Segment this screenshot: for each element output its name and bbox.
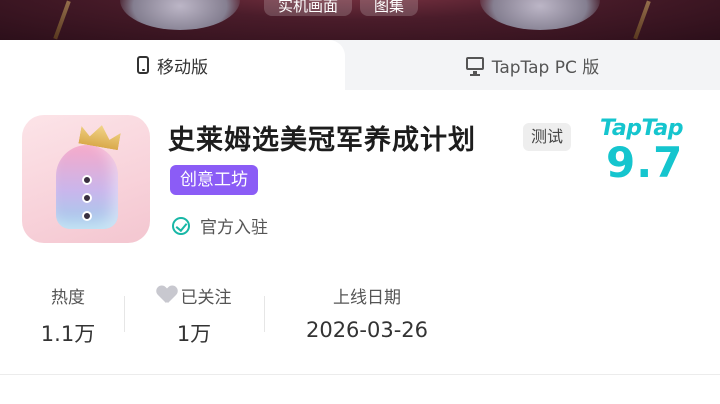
stat-divider <box>264 296 265 332</box>
stat-launch-label: 上线日期 <box>333 287 401 308</box>
category-tag[interactable]: 创意工坊 <box>170 165 258 195</box>
stat-heat-label: 热度 <box>51 287 85 308</box>
official-label: 官方入驻 <box>200 218 268 238</box>
banner-ornament-right <box>480 0 600 30</box>
stat-heat-value: 1.1万 <box>40 322 96 346</box>
stat-divider <box>124 296 125 332</box>
tab-gallery[interactable]: 图集 <box>360 0 419 16</box>
status-badge: 测试 <box>523 123 572 151</box>
banner-decoration <box>53 0 71 40</box>
banner-decoration <box>633 0 651 40</box>
tab-pc-label: TapTap PC 版 <box>491 57 600 78</box>
stat-follow[interactable]: 已关注 1万 <box>142 282 246 348</box>
stat-follow-value: 1万 <box>176 322 212 346</box>
tab-mobile-version[interactable]: 移动版 <box>0 40 345 90</box>
monitor-icon <box>465 56 484 76</box>
stat-launch-value: 2026-03-26 <box>305 318 429 342</box>
stat-follow-label: 已关注 <box>180 287 232 308</box>
media-banner: 实机画面 图集 <box>0 0 720 40</box>
tab-mobile-label: 移动版 <box>157 57 208 78</box>
platform-switch: 移动版 TapTap PC 版 <box>0 40 720 90</box>
stat-heat: 热度 1.1万 <box>26 282 110 348</box>
tab-gameplay-video[interactable]: 实机画面 <box>264 0 353 16</box>
heart-icon <box>157 286 177 304</box>
app-title: 史莱姆选美冠军养成计划 <box>168 125 476 156</box>
phone-icon <box>137 56 149 74</box>
stat-launch-date: 上线日期 2026-03-26 <box>282 282 452 343</box>
app-icon <box>22 115 150 243</box>
slime-illustration <box>56 145 118 229</box>
banner-ornament-left <box>120 0 240 30</box>
official-verified: 官方入驻 <box>172 213 268 238</box>
rating-score[interactable]: 9.7 <box>606 138 683 187</box>
media-tabs: 实机画面 图集 <box>264 0 419 16</box>
section-divider <box>0 374 720 375</box>
verified-check-icon <box>172 216 190 235</box>
tab-pc-version[interactable]: TapTap PC 版 <box>345 40 720 90</box>
